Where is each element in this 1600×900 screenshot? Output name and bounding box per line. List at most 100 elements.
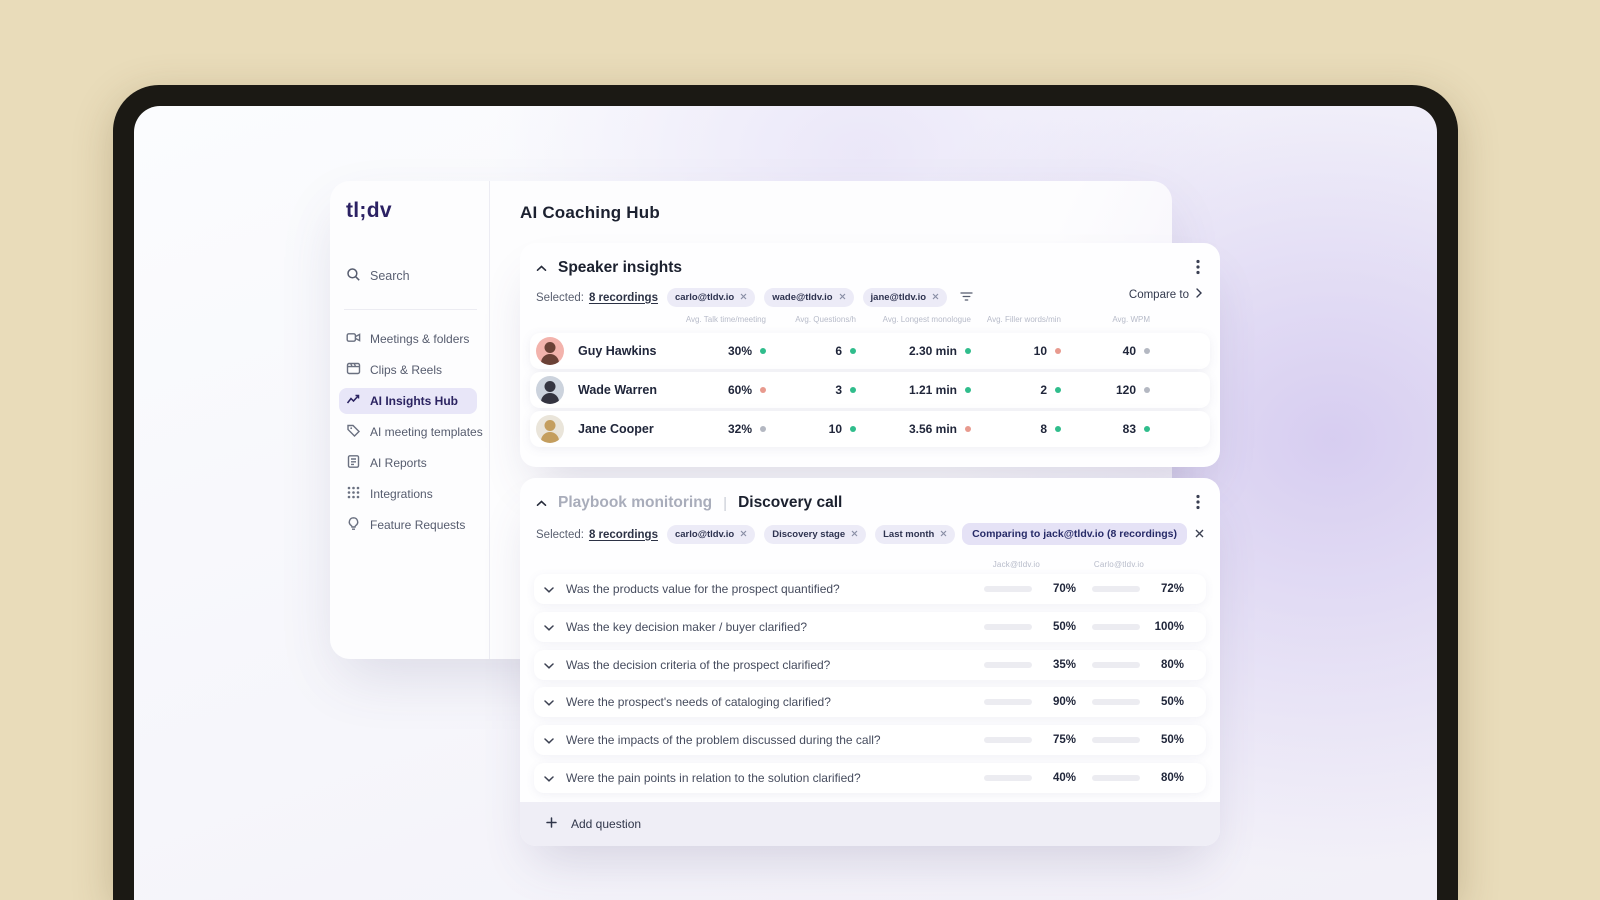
progress-bar-carlo <box>1092 662 1140 668</box>
chevron-down-icon[interactable] <box>544 618 554 636</box>
metric-value: 40 <box>1122 344 1136 358</box>
status-dot <box>1144 387 1150 393</box>
sidebar-item-feature-requests[interactable]: Feature Requests <box>339 512 477 538</box>
avatar <box>536 337 564 365</box>
playbook-monitoring-card: Playbook monitoring | Discovery call Sel… <box>520 478 1220 846</box>
progress-bar-carlo <box>1092 775 1140 781</box>
search-input[interactable]: Search <box>346 267 477 285</box>
close-icon[interactable] <box>1195 525 1204 543</box>
video-camera-icon <box>346 330 361 348</box>
filter-icon[interactable] <box>960 289 973 307</box>
selected-recordings-link[interactable]: 8 recordings <box>589 529 658 541</box>
metric-value: 30% <box>727 344 752 358</box>
progress-bar-carlo <box>1092 586 1140 592</box>
question-row[interactable]: Were the pain points in relation to the … <box>534 763 1206 793</box>
compare-to-label: Compare to <box>1128 288 1189 301</box>
column-header: Avg. Longest monologue <box>882 315 971 324</box>
filter-chip-carlo[interactable]: carlo@tldv.io <box>666 288 756 307</box>
sidebar-item-ai-insights-hub[interactable]: AI Insights Hub <box>339 388 477 414</box>
metric-value: 3.56 min <box>908 422 957 436</box>
filter-chip-discovery-stage[interactable]: Discovery stage <box>764 525 867 544</box>
question-text: Was the key decision maker / buyer clari… <box>566 620 807 634</box>
speaker-column-headers: Avg. Talk time/meeting Avg. Questions/h … <box>530 315 1210 324</box>
filter-chip-carlo[interactable]: carlo@tldv.io <box>666 525 756 544</box>
laptop-frame: tl;dv Search Meetings & folders Clips & … <box>113 85 1458 900</box>
column-header: Avg. Questions/h <box>795 315 856 324</box>
sidebar: tl;dv Search Meetings & folders Clips & … <box>330 181 490 659</box>
collapse-chevron-up-icon[interactable] <box>536 259 547 277</box>
progress-pct-jack: 90% <box>1052 696 1076 708</box>
selected-label: Selected: <box>536 291 584 304</box>
collapse-chevron-up-icon[interactable] <box>536 494 547 512</box>
kebab-menu-icon[interactable] <box>1196 494 1200 515</box>
playbook-monitoring-label: Playbook monitoring <box>558 494 713 511</box>
chevron-down-icon[interactable] <box>544 693 554 711</box>
progress-bar-jack <box>984 586 1032 592</box>
progress-pct-carlo: 72% <box>1160 583 1184 595</box>
sidebar-item-ai-reports[interactable]: AI Reports <box>339 450 477 476</box>
sidebar-item-label: AI Insights Hub <box>370 394 458 408</box>
sidebar-item-label: Meetings & folders <box>370 332 470 346</box>
filter-chip-wade[interactable]: wade@tldv.io <box>764 288 854 307</box>
metric-value: 120 <box>1115 383 1136 397</box>
close-icon[interactable] <box>740 529 747 540</box>
close-icon[interactable] <box>839 292 846 303</box>
question-text: Were the pain points in relation to the … <box>566 771 861 785</box>
chevron-down-icon[interactable] <box>544 769 554 787</box>
sidebar-item-label: Clips & Reels <box>370 363 443 377</box>
progress-pct-jack: 40% <box>1052 772 1076 784</box>
clapperboard-icon <box>346 361 361 379</box>
progress-pct-carlo: 50% <box>1160 696 1184 708</box>
chevron-down-icon[interactable] <box>544 580 554 598</box>
close-icon[interactable] <box>932 292 939 303</box>
report-doc-icon <box>346 454 361 472</box>
comparing-to-pill[interactable]: Comparing to jack@tldv.io (8 recordings) <box>962 523 1187 545</box>
table-row[interactable]: Jane Cooper 32% 10 3.56 min 8 83 <box>530 411 1210 447</box>
progress-bar-jack <box>984 699 1032 705</box>
chevron-down-icon[interactable] <box>544 731 554 749</box>
metric-value: 6 <box>835 344 842 358</box>
progress-pct-jack: 50% <box>1052 621 1076 633</box>
metric-value: 2 <box>1040 383 1047 397</box>
line-chart-icon <box>346 392 361 410</box>
chevron-down-icon[interactable] <box>544 656 554 674</box>
table-row[interactable]: Wade Warren 60% 3 1.21 min 2 120 <box>530 372 1210 408</box>
close-icon[interactable] <box>740 292 747 303</box>
speaker-insights-card: Speaker insights Selected: 8 recordings … <box>520 243 1220 467</box>
plus-icon <box>546 817 557 831</box>
question-row[interactable]: Were the prospect's needs of cataloging … <box>534 687 1206 717</box>
filter-chip-jane[interactable]: jane@tldv.io <box>862 288 948 307</box>
chip-label: carlo@tldv.io <box>674 292 735 303</box>
add-question-label: Add question <box>571 817 642 831</box>
avatar <box>536 376 564 404</box>
progress-bar-carlo <box>1092 699 1140 705</box>
compare-to-button[interactable]: Compare to <box>1129 288 1202 301</box>
speaker-name: Jane Cooper <box>578 422 654 436</box>
metric-value: 1.21 min <box>908 383 957 397</box>
table-row[interactable]: Guy Hawkins 30% 6 2.30 min 10 40 <box>530 333 1210 369</box>
filter-chip-last-month[interactable]: Last month <box>875 525 956 544</box>
question-row[interactable]: Was the key decision maker / buyer clari… <box>534 612 1206 642</box>
selected-recordings-link[interactable]: 8 recordings <box>589 292 658 304</box>
question-row[interactable]: Was the products value for the prospect … <box>534 574 1206 604</box>
question-row[interactable]: Were the impacts of the problem discusse… <box>534 725 1206 755</box>
laptop-screen: tl;dv Search Meetings & folders Clips & … <box>134 106 1437 900</box>
metric-value: 2.30 min <box>908 344 957 358</box>
kebab-menu-icon[interactable] <box>1196 259 1200 280</box>
add-question-button[interactable]: Add question <box>520 802 1220 846</box>
progress-pct-jack: 75% <box>1052 734 1076 746</box>
chevron-right-icon <box>1196 288 1202 301</box>
status-dot <box>1144 426 1150 432</box>
search-icon <box>346 267 361 285</box>
question-row[interactable]: Was the decision criteria of the prospec… <box>534 650 1206 680</box>
close-icon[interactable] <box>851 529 858 540</box>
progress-pct-jack: 35% <box>1052 659 1076 671</box>
sidebar-item-clips-reels[interactable]: Clips & Reels <box>339 357 477 383</box>
question-text: Were the prospect's needs of cataloging … <box>566 695 831 709</box>
close-icon[interactable] <box>940 529 947 540</box>
status-dot <box>1144 348 1150 354</box>
sidebar-item-meetings-folders[interactable]: Meetings & folders <box>339 326 477 352</box>
sidebar-item-integrations[interactable]: Integrations <box>339 481 477 507</box>
column-header-carlo: Carlo@tldv.io <box>1093 560 1144 569</box>
sidebar-item-ai-meeting-templates[interactable]: AI meeting templates <box>339 419 483 445</box>
